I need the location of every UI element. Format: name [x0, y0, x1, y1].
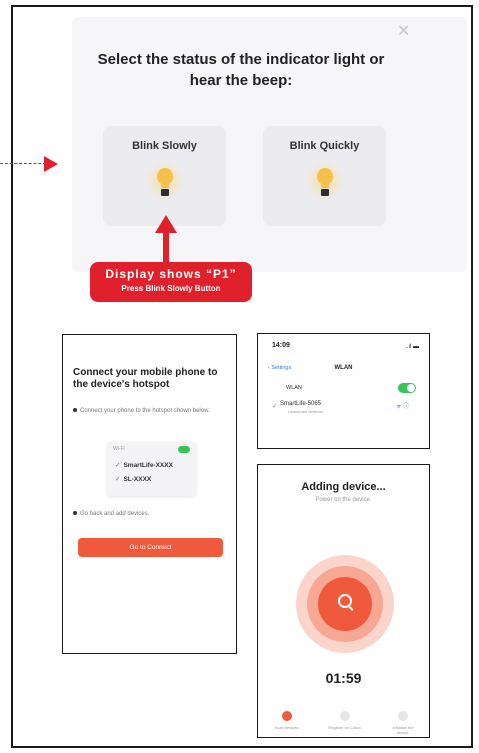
- screen-subtitle: Power on the device.: [315, 497, 372, 503]
- connect-hotspot-screen: Connect your mobile phone to the device'…: [62, 334, 237, 654]
- bullet-dot-icon: [73, 511, 77, 516]
- wifi-header: Wi-Fi: [113, 446, 125, 452]
- dashed-pointer-line: [0, 163, 46, 164]
- step-label: Initialize the device.: [392, 725, 414, 735]
- network-name[interactable]: SmartLife-5065: [280, 401, 321, 407]
- search-button: [318, 577, 372, 631]
- arrow-up-icon: [155, 215, 177, 233]
- network-item: ✓ SL-XXXX: [115, 476, 152, 483]
- wifi-toggle: [178, 446, 190, 453]
- network-item: ✓ SmartLife-XXXX: [115, 462, 173, 469]
- status-time: 14:09: [272, 342, 290, 349]
- panel-title: Select the status of the indicator light…: [97, 51, 385, 89]
- blink-quickly-option[interactable]: Blink Quickly: [263, 126, 386, 226]
- step-label: Register on Cloud.: [328, 725, 362, 730]
- callout-line-1: Display shows “P1”: [105, 267, 237, 281]
- option-label: Blink Slowly: [132, 140, 197, 152]
- arrow-shaft: [163, 232, 169, 266]
- bullet-dot-icon: [73, 408, 77, 413]
- lightbulb-icon: [144, 161, 185, 201]
- step-active-icon: [282, 711, 292, 721]
- blink-slowly-option[interactable]: Blink Slowly: [103, 126, 226, 226]
- adding-device-screen: Adding device... Power on the device. 01…: [257, 464, 430, 738]
- close-icon[interactable]: ✕: [397, 24, 410, 40]
- go-to-connect-button[interactable]: Go to Connect: [78, 538, 223, 557]
- step-label: Scan devices.: [274, 725, 300, 730]
- step-pending-icon: [340, 711, 350, 721]
- option-label: Blink Quickly: [289, 140, 360, 152]
- screen-heading: Connect your mobile phone to the device'…: [73, 367, 218, 390]
- screen-title: Adding device...: [301, 481, 386, 493]
- lightbulb-icon: [304, 161, 345, 201]
- network-subtitle: Unsecured Network: [288, 409, 324, 414]
- step-pending-icon: [398, 711, 408, 721]
- check-icon: ✓: [115, 476, 121, 483]
- countdown-timer: 01:59: [325, 670, 362, 686]
- wlan-label: WLAN: [286, 385, 302, 391]
- step-2: Go back and add devices.: [73, 511, 149, 517]
- step-1: Connect your phone to the hotspot shown …: [73, 408, 210, 414]
- check-icon: ✓: [115, 462, 121, 469]
- wlan-toggle[interactable]: [398, 383, 416, 393]
- back-button[interactable]: ‹ Settings: [268, 365, 291, 371]
- wifi-info-icon[interactable]: ᯤ ⓘ: [396, 401, 409, 410]
- check-icon: ✓: [272, 404, 278, 410]
- instruction-callout: Display shows “P1” Press Blink Slowly Bu…: [90, 262, 252, 302]
- arrow-right-icon: [44, 156, 58, 172]
- search-icon: [338, 594, 352, 608]
- wlan-settings-screen: 14:09 ..ıl ▬ WLAN ‹ Settings WLAN ✓ Smar…: [257, 333, 430, 449]
- callout-line-2: Press Blink Slowly Button: [121, 284, 221, 293]
- wifi-list-card: Wi-Fi ✓ SmartLife-XXXX ✓ SL-XXXX: [107, 442, 196, 496]
- status-icons: ..ıl ▬: [404, 344, 419, 350]
